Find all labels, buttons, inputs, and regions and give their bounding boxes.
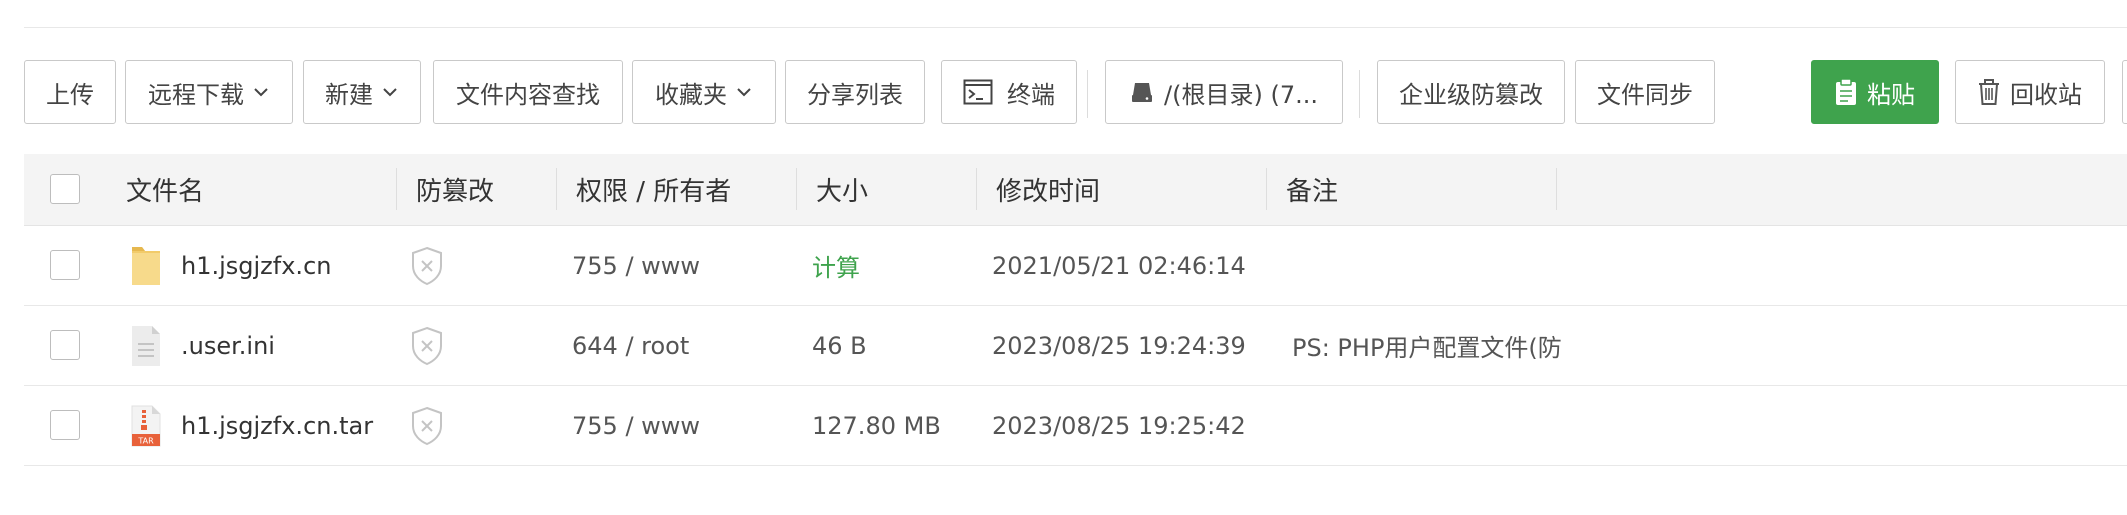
- table-header: 文件名 防篡改 权限 / 所有者 大小 修改时间 备注: [24, 154, 2127, 226]
- perm-owner[interactable]: 755 / www: [572, 386, 700, 465]
- column-divider: [1266, 168, 1267, 210]
- file-size: 46 B: [812, 331, 867, 360]
- disk-icon: [1132, 83, 1153, 102]
- header-note[interactable]: 备注: [1286, 154, 1338, 225]
- recycle-bin-label: 回收站: [2010, 80, 2082, 109]
- perm-owner[interactable]: 755 / www: [572, 226, 700, 305]
- upload-button[interactable]: 上传: [24, 60, 116, 124]
- terminal-button[interactable]: 终端: [941, 60, 1077, 124]
- header-mtime[interactable]: 修改时间: [996, 154, 1100, 225]
- tamper-shield-icon[interactable]: [410, 306, 444, 385]
- chevron-down-icon: [254, 88, 268, 97]
- file-toolbar: 上传 远程下载 新建 文件内容查找 收藏夹 分享列表 终端 /(根目录) (7.…: [24, 60, 2127, 126]
- file-table: 文件名 防篡改 权限 / 所有者 大小 修改时间 备注 h1.jsgjzfx.c…: [24, 154, 2127, 466]
- header-perm-owner[interactable]: 权限 / 所有者: [576, 154, 731, 225]
- modified-time: 2023/08/25 19:24:39: [992, 331, 1246, 360]
- select-all-checkbox[interactable]: [50, 174, 80, 204]
- perm-owner[interactable]: 644 / root: [572, 306, 689, 385]
- favorites-button[interactable]: 收藏夹: [632, 60, 776, 124]
- header-tamper[interactable]: 防篡改: [416, 154, 494, 225]
- tamper-shield-icon[interactable]: [410, 386, 444, 465]
- share-list-label: 分享列表: [807, 80, 903, 109]
- paste-button[interactable]: 粘贴: [1811, 60, 1939, 124]
- file-sync-label: 文件同步: [1597, 80, 1693, 109]
- file-size: 127.80 MB: [812, 411, 941, 440]
- more-button[interactable]: [2122, 60, 2127, 124]
- header-name[interactable]: 文件名: [126, 154, 204, 225]
- size-calc-link[interactable]: 计算: [812, 226, 860, 305]
- file-name-link[interactable]: h1.jsgjzfx.cn: [181, 226, 331, 305]
- paste-label: 粘贴: [1867, 80, 1915, 109]
- clipboard-icon: [1836, 78, 1856, 105]
- file-name-link[interactable]: .user.ini: [181, 306, 275, 385]
- terminal-icon: [963, 79, 993, 105]
- terminal-label: 终端: [1007, 80, 1055, 109]
- content-search-button[interactable]: 文件内容查找: [433, 60, 623, 124]
- toolbar-divider: [1087, 70, 1088, 118]
- row-checkbox[interactable]: [50, 330, 80, 360]
- recycle-bin-button[interactable]: 回收站: [1955, 60, 2105, 124]
- row-checkbox[interactable]: [50, 250, 80, 280]
- trash-icon: [1979, 79, 1999, 105]
- upload-label: 上传: [46, 80, 94, 109]
- tar-archive-icon: TAR: [130, 386, 162, 465]
- modified-time: 2023/08/25 19:25:42: [992, 411, 1246, 440]
- chevron-down-icon: [383, 88, 397, 97]
- content-search-label: 文件内容查找: [456, 80, 600, 109]
- file-name-link[interactable]: h1.jsgjzfx.cn.tar: [181, 386, 373, 465]
- column-divider: [796, 168, 797, 210]
- modified-time: 2021/05/21 02:46:14: [992, 251, 1246, 280]
- file-icon: [130, 306, 162, 385]
- svg-text:TAR: TAR: [137, 436, 154, 445]
- enterprise-tamper-label: 企业级防篡改: [1399, 80, 1543, 109]
- new-button[interactable]: 新建: [303, 60, 421, 124]
- column-divider: [396, 168, 397, 210]
- remote-download-label: 远程下载: [148, 80, 244, 109]
- share-list-button[interactable]: 分享列表: [785, 60, 925, 124]
- file-sync-button[interactable]: 文件同步: [1575, 60, 1715, 124]
- table-row[interactable]: TAR h1.jsgjzfx.cn.tar 755 / www 127.80 M…: [24, 386, 2127, 466]
- top-divider: [24, 27, 2127, 28]
- row-checkbox[interactable]: [50, 410, 80, 440]
- header-size[interactable]: 大小: [816, 154, 868, 225]
- remote-download-button[interactable]: 远程下载: [125, 60, 293, 124]
- table-row[interactable]: h1.jsgjzfx.cn 755 / www 计算 2021/05/21 02…: [24, 226, 2127, 306]
- chevron-down-icon: [737, 88, 751, 97]
- note[interactable]: PS: PHP用户配置文件(防: [1292, 306, 1562, 385]
- tamper-shield-icon[interactable]: [410, 226, 444, 305]
- path-button[interactable]: /(根目录) (7...: [1105, 60, 1343, 124]
- path-label: /(根目录) (7...: [1164, 80, 1318, 109]
- enterprise-tamper-button[interactable]: 企业级防篡改: [1377, 60, 1565, 124]
- column-divider: [556, 168, 557, 210]
- favorites-label: 收藏夹: [655, 80, 727, 109]
- table-row[interactable]: .user.ini 644 / root 46 B 2023/08/25 19:…: [24, 306, 2127, 386]
- folder-icon: [130, 226, 162, 305]
- column-divider: [1556, 168, 1557, 210]
- new-label: 新建: [325, 80, 373, 109]
- column-divider: [976, 168, 977, 210]
- toolbar-divider: [1359, 70, 1360, 118]
